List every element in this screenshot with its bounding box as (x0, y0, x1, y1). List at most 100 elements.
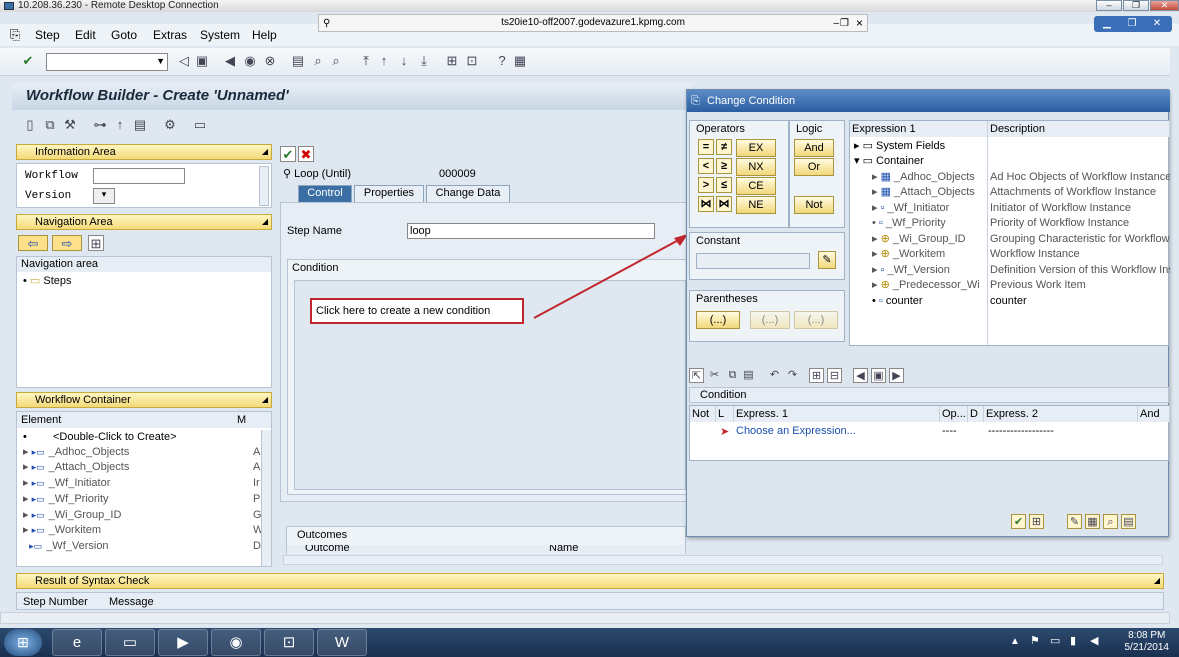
list-item[interactable]: ▸ ▸▭ _Adhoc_Objects (23, 445, 129, 460)
grid-icon[interactable]: ▦ (1085, 514, 1100, 529)
explorer-taskbar-icon[interactable]: ▭ (105, 629, 155, 656)
list-item[interactable]: ▸ ▸▭ _Wf_Priority (23, 492, 109, 507)
pin-icon[interactable]: ⚲ (323, 16, 330, 32)
confirm-check-icon[interactable]: ✔ (1011, 514, 1026, 529)
save-icon[interactable]: ▣ (194, 53, 210, 69)
help-icon[interactable]: ? (494, 53, 510, 69)
last-page-icon[interactable]: ⤓ (416, 53, 432, 69)
tab-control[interactable]: Control (298, 185, 352, 202)
undo-icon[interactable]: ↶ (767, 368, 782, 383)
session-restore-button[interactable]: ❐ (840, 16, 849, 32)
exit-icon[interactable]: ◉ (242, 53, 258, 69)
bottom-scrollbar[interactable] (0, 612, 1170, 624)
flag-icon[interactable]: ⚑ (1030, 634, 1040, 647)
menu-system[interactable]: System (200, 28, 240, 42)
menu-goto[interactable]: Goto (111, 28, 137, 42)
back-arrow-icon[interactable]: ◁ (176, 53, 192, 69)
tab-properties[interactable]: Properties (354, 185, 424, 202)
list-item[interactable]: • <Double-Click to Create> (23, 430, 177, 445)
cut-icon[interactable]: ✂ (707, 368, 722, 383)
document-icon[interactable]: ▤ (1121, 514, 1136, 529)
nav-tree-icon[interactable]: ⊞ (88, 235, 104, 251)
collapse-icon[interactable]: ◢ (262, 215, 268, 229)
wf-container-header[interactable]: Workflow Container ◢ (16, 392, 272, 408)
menu-extras[interactable]: Extras (153, 28, 187, 42)
print-icon[interactable]: ▤ (290, 53, 306, 69)
sap-restore-button[interactable]: ❐ (1122, 17, 1142, 30)
logic-not-button[interactable]: Not (794, 196, 834, 214)
menu-help[interactable]: Help (252, 28, 277, 42)
collapse-icon[interactable]: ◢ (262, 393, 268, 407)
cancel-x-icon[interactable]: ✖ (298, 146, 314, 162)
op-less-button[interactable]: < (698, 158, 714, 174)
nav-forward-button[interactable]: ⇨ (52, 235, 82, 251)
edit-icon[interactable]: ✎ (1067, 514, 1082, 529)
logic-and-button[interactable]: And (794, 139, 834, 157)
hierarchy-icon[interactable]: ⊶ (92, 117, 108, 133)
syntax-check-header[interactable]: Result of Syntax Check ◢ (16, 573, 1164, 589)
nav-area-header[interactable]: Navigation Area ◢ (16, 214, 272, 230)
op-equal-button[interactable]: = (698, 139, 714, 155)
tree-item-container[interactable]: ▾ ▭ Container (854, 154, 1154, 169)
command-field[interactable]: ▼ (46, 53, 168, 71)
copy-icon[interactable]: ⧉ (42, 117, 58, 133)
layout-icon[interactable]: ▦ (512, 53, 528, 69)
workflow-input[interactable] (93, 168, 185, 184)
horizontal-scrollbar[interactable] (283, 555, 1163, 565)
nav-back-button[interactable]: ⇦ (18, 235, 48, 251)
op-ce-button[interactable]: CE (736, 177, 776, 195)
op-greater-button[interactable]: > (698, 177, 714, 193)
paste-icon[interactable]: ▤ (741, 368, 756, 383)
session-close-button[interactable]: × (856, 15, 863, 31)
tab-change-data[interactable]: Change Data (426, 185, 510, 202)
activate-icon[interactable]: ↑ (112, 117, 128, 133)
cancel-icon[interactable]: ⊗ (262, 53, 278, 69)
find-icon[interactable]: ⌕ (310, 53, 326, 69)
op-between-button[interactable]: ⋈ (698, 196, 714, 212)
chevron-down-icon[interactable]: ▼ (156, 56, 165, 66)
op-nx-button[interactable]: NX (736, 158, 776, 176)
new-icon[interactable]: ▯ (22, 117, 38, 133)
layout-icon[interactable]: ▣ (871, 368, 886, 383)
sap-minimize-button[interactable]: ▁ (1097, 17, 1117, 30)
pencil-icon[interactable]: ✎ (818, 251, 836, 269)
version-dropdown[interactable]: ▾ (93, 188, 115, 204)
prev-icon[interactable]: ◀ (853, 368, 868, 383)
copy-icon[interactable]: ⧉ (725, 368, 740, 383)
wf-container-scrollbar[interactable] (261, 430, 271, 566)
rdc-close-button[interactable]: ✕ (1150, 0, 1179, 11)
first-page-icon[interactable]: ⤒ (358, 53, 374, 69)
choose-expression-link[interactable]: Choose an Expression... (736, 425, 856, 437)
op-less-equal-button[interactable]: ≤ (716, 177, 732, 193)
table-row[interactable]: ➤ Choose an Expression... ---- ---------… (690, 423, 1168, 441)
list-item[interactable]: ▸ ▸▭ _Wi_Group_ID (23, 508, 121, 523)
start-button[interactable]: ⊞ (4, 629, 42, 656)
display-icon[interactable]: ▭ (1050, 634, 1060, 647)
logic-or-button[interactable]: Or (794, 158, 834, 176)
shortcut-icon[interactable]: ⊡ (464, 53, 480, 69)
nav-steps-item[interactable]: • ▭ Steps (23, 274, 72, 289)
display-icon[interactable]: ▭ (192, 117, 208, 133)
next-page-icon[interactable]: ↓ (396, 53, 412, 69)
table-icon[interactable]: ▤ (132, 117, 148, 133)
menu-edit[interactable]: Edit (75, 28, 96, 42)
search-icon[interactable]: ⌕ (1103, 514, 1118, 529)
rdc-minimize-button[interactable]: – (1096, 0, 1122, 11)
info-area-header[interactable]: Information Area ◢ (16, 144, 272, 160)
session-minimize-button[interactable]: – (833, 16, 839, 32)
constant-input[interactable] (696, 253, 810, 269)
delete-row-icon[interactable]: ⊟ (827, 368, 842, 383)
network-app-taskbar-icon[interactable]: ⊡ (264, 629, 314, 656)
word-taskbar-icon[interactable]: W (317, 629, 367, 656)
insert-paren-button[interactable]: (...) (696, 311, 740, 329)
info-scrollbar[interactable] (259, 166, 269, 206)
signal-icon[interactable]: ▮ (1070, 634, 1076, 647)
collapse-icon[interactable]: ◢ (262, 145, 268, 159)
select-icon[interactable]: ⇱ (689, 368, 704, 383)
list-item[interactable]: ▸ ▸▭ _Workitem (23, 523, 101, 538)
op-not-between-button[interactable]: ⋈ (716, 196, 732, 212)
enter-check-icon[interactable]: ✔ (20, 53, 36, 69)
find-next-icon[interactable]: ⌕ (328, 53, 344, 69)
list-item[interactable]: ▸ ▸▭ _Attach_Objects (23, 460, 129, 475)
media-taskbar-icon[interactable]: ▶ (158, 629, 208, 656)
